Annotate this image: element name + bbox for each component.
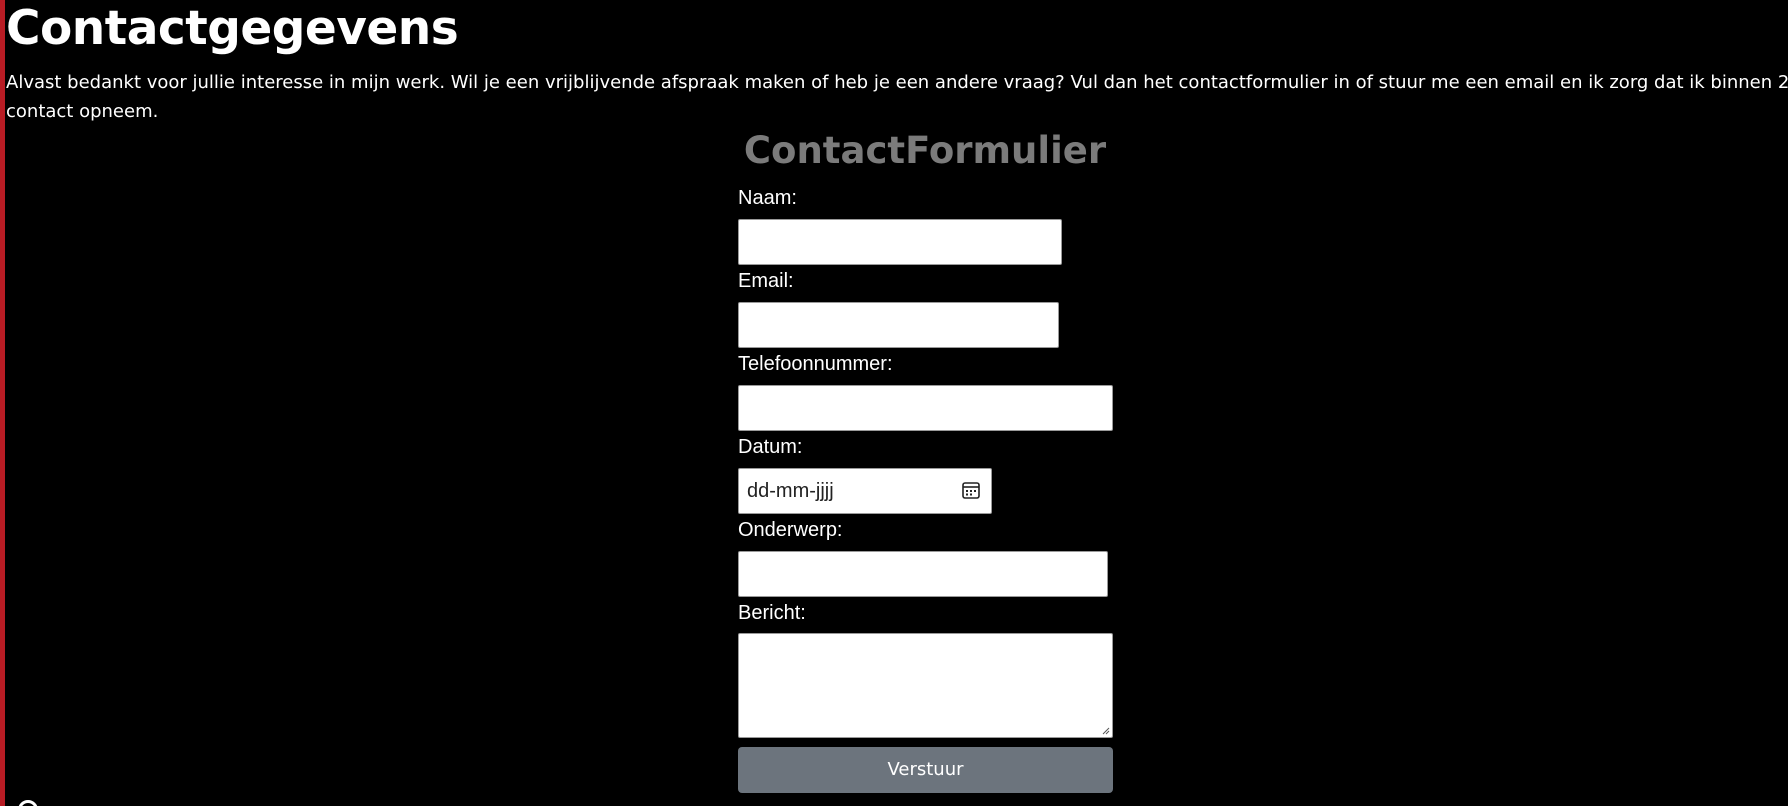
intro-line-1: Alvast bedankt voor jullie interesse in …	[6, 72, 1788, 93]
message-label: Bericht:	[738, 602, 806, 624]
calendar-icon[interactable]	[961, 480, 981, 500]
date-placeholder: dd-mm-jjjj	[747, 480, 834, 502]
intro-text: Alvast bedankt voor jullie interesse in …	[6, 68, 1788, 126]
intro-line-2: contact opneem.	[6, 101, 159, 122]
submit-button[interactable]: Verstuur	[738, 747, 1113, 793]
subject-input[interactable]	[738, 551, 1108, 597]
page-title: Contactgegevens	[6, 1, 459, 56]
email-input[interactable]	[738, 302, 1059, 348]
phone-label: Telefoonnummer:	[738, 353, 893, 375]
phone-input[interactable]	[738, 385, 1113, 431]
subject-label: Onderwerp:	[738, 519, 843, 541]
email-label: Email:	[738, 270, 794, 292]
date-input[interactable]: dd-mm-jjjj	[738, 468, 992, 514]
left-accent-bar	[0, 0, 5, 806]
date-label: Datum:	[738, 436, 803, 458]
partially-visible-icon	[18, 800, 38, 806]
name-input[interactable]	[738, 219, 1062, 265]
name-label: Naam:	[738, 187, 797, 209]
message-textarea[interactable]	[738, 633, 1113, 738]
resize-grip-icon[interactable]	[1102, 727, 1110, 735]
form-title: ContactFormulier	[743, 129, 1107, 172]
